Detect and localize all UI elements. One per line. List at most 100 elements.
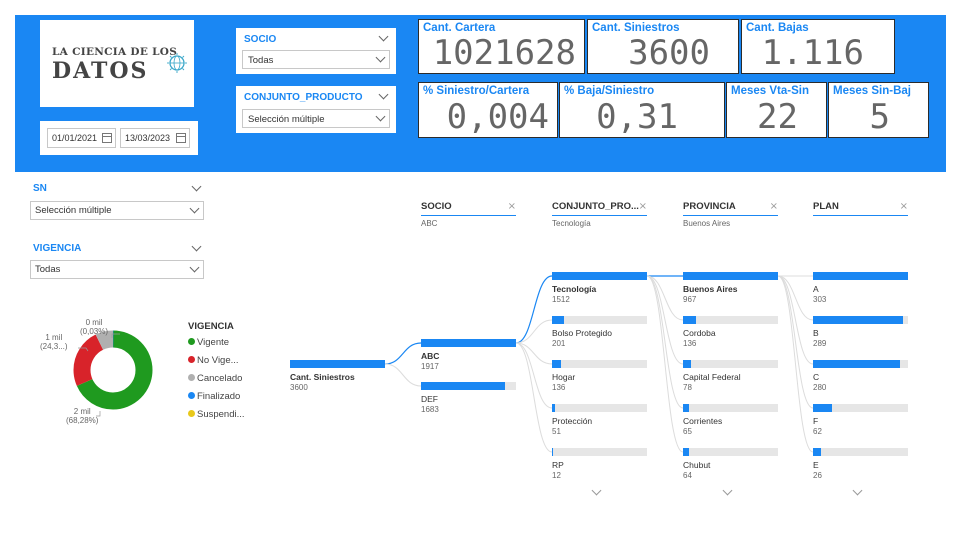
tree-node[interactable]: Buenos Aires 967 <box>683 272 778 304</box>
node-bar-fill <box>552 404 556 412</box>
node-value: 303 <box>813 295 827 304</box>
node-label: Cordoba <box>683 328 716 338</box>
tree-node[interactable]: A 303 <box>813 272 908 304</box>
node-label: Corrientes <box>683 416 723 426</box>
node-bar-track <box>290 360 385 368</box>
node-bar-track <box>552 360 647 368</box>
tree-level-header[interactable]: PROVINCIA × Buenos Aires <box>683 201 778 228</box>
tree-level-underline <box>813 215 908 216</box>
tree-level-title: SOCIO <box>421 201 452 212</box>
tree-connector <box>646 275 684 365</box>
tree-node[interactable]: C 280 <box>813 360 908 392</box>
node-value: 1512 <box>552 295 570 304</box>
node-bar-fill <box>552 272 647 280</box>
node-bar-fill <box>813 448 822 456</box>
tree-root-node[interactable]: Cant. Siniestros 3600 <box>290 360 385 392</box>
tree-node[interactable]: Protección 51 <box>552 404 647 436</box>
node-bar-fill <box>421 382 505 390</box>
node-value: 51 <box>552 427 561 436</box>
node-bar-track <box>683 272 778 280</box>
node-value: 136 <box>552 383 566 392</box>
tree-node[interactable]: Cordoba 136 <box>683 316 778 348</box>
tree-level-title: CONJUNTO_PRO... <box>552 201 639 212</box>
node-bar-fill <box>683 272 778 280</box>
node-value: 136 <box>683 339 697 348</box>
tree-node[interactable]: Hogar 136 <box>552 360 647 392</box>
node-bar-track <box>683 360 778 368</box>
node-bar-track <box>552 448 647 456</box>
tree-level-title: PROVINCIA <box>683 201 736 212</box>
tree-node[interactable]: F 62 <box>813 404 908 436</box>
close-icon[interactable]: × <box>770 201 778 212</box>
close-icon[interactable]: × <box>639 201 647 212</box>
node-bar-track <box>683 448 778 456</box>
tree-level-header[interactable]: PLAN × <box>813 201 908 219</box>
node-label: Chubut <box>683 460 711 470</box>
node-bar-fill <box>683 316 697 324</box>
node-bar-track <box>552 404 647 412</box>
node-bar-track <box>421 339 516 347</box>
node-bar-fill <box>813 404 832 412</box>
tree-connector <box>515 342 553 453</box>
node-label: B <box>813 328 819 338</box>
tree-level-header[interactable]: SOCIO × ABC <box>421 201 516 228</box>
node-label: ABC <box>421 351 440 361</box>
node-bar-fill <box>421 339 516 347</box>
tree-level-underline <box>683 215 778 216</box>
tree-connector <box>515 319 553 344</box>
node-bar-fill <box>683 448 690 456</box>
tree-node[interactable]: B 289 <box>813 316 908 348</box>
close-icon[interactable]: × <box>900 201 908 212</box>
tree-node[interactable]: E 26 <box>813 448 908 480</box>
node-label: Bolso Protegido <box>552 328 613 338</box>
tree-connector <box>384 363 422 387</box>
node-bar-track <box>683 404 778 412</box>
node-value: 967 <box>683 295 697 304</box>
tree-level-selected: ABC <box>421 219 438 228</box>
node-value: 12 <box>552 471 561 480</box>
tree-level-underline <box>421 215 516 216</box>
node-label: A <box>813 284 819 294</box>
tree-node[interactable]: Corrientes 65 <box>683 404 778 436</box>
tree-level-underline <box>552 215 647 216</box>
node-value: 26 <box>813 471 822 480</box>
node-bar-fill <box>683 404 690 412</box>
tree-node[interactable]: DEF 1683 <box>421 382 516 414</box>
node-bar-track <box>813 272 908 280</box>
tree-node[interactable]: Tecnología 1512 <box>552 272 647 304</box>
node-bar-track <box>813 448 908 456</box>
tree-level-title: PLAN <box>813 201 839 212</box>
node-bar-fill <box>683 360 691 368</box>
node-value: 280 <box>813 383 827 392</box>
node-label: Protección <box>552 416 593 426</box>
node-label: C <box>813 372 820 382</box>
node-value: 201 <box>552 339 566 348</box>
node-bar-fill <box>290 360 385 368</box>
tree-node[interactable]: RP 12 <box>552 448 647 480</box>
tree-level-selected: Buenos Aires <box>683 219 731 228</box>
node-value: 65 <box>683 427 692 436</box>
tree-connector <box>515 275 553 344</box>
tree-connector <box>384 342 422 365</box>
node-value: 289 <box>813 339 827 348</box>
node-bar-fill <box>552 316 565 324</box>
tree-connector <box>777 275 814 409</box>
tree-node[interactable]: Bolso Protegido 201 <box>552 316 647 348</box>
node-bar-track <box>683 316 778 324</box>
tree-connector <box>777 275 814 365</box>
node-value: 62 <box>813 427 822 436</box>
close-icon[interactable]: × <box>508 201 516 212</box>
tree-node[interactable]: ABC 1917 <box>421 339 516 371</box>
node-bar-track <box>813 360 908 368</box>
tree-node[interactable]: Capital Federal 78 <box>683 360 778 392</box>
node-bar-track <box>421 382 516 390</box>
node-label: E <box>813 460 819 470</box>
node-label: Cant. Siniestros <box>290 372 355 382</box>
node-label: Buenos Aires <box>683 284 738 294</box>
node-bar-fill <box>813 360 901 368</box>
node-bar-fill <box>813 316 904 324</box>
tree-node[interactable]: Chubut 64 <box>683 448 778 480</box>
tree-level-header[interactable]: CONJUNTO_PRO... × Tecnología <box>552 201 647 228</box>
node-label: Tecnología <box>552 284 597 294</box>
node-bar-fill <box>813 272 908 280</box>
